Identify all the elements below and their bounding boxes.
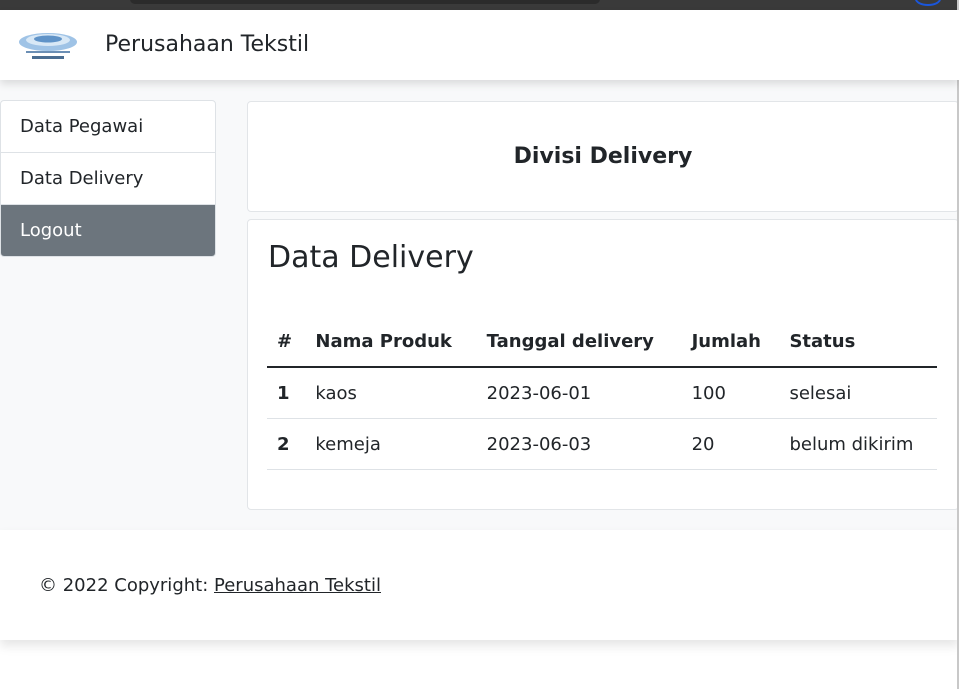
footer-company-link[interactable]: Perusahaan Tekstil [214, 575, 381, 596]
table-header-row: # Nama Produk Tanggal delivery Jumlah St… [267, 317, 937, 368]
delivery-table-wrapper: # Nama Produk Tanggal delivery Jumlah St… [267, 317, 937, 470]
quantity-cell: 20 [681, 418, 780, 470]
date-cell: 2023-06-01 [476, 367, 682, 419]
brand-title[interactable]: Perusahaan Tekstil [105, 32, 309, 57]
delivery-table: # Nama Produk Tanggal delivery Jumlah St… [267, 317, 937, 470]
date-cell: 2023-06-03 [476, 418, 682, 470]
copyright-prefix: © 2022 Copyright: [39, 575, 214, 596]
footer: © 2022 Copyright: Perusahaan Tekstil [0, 530, 959, 640]
product-cell: kaos [305, 367, 477, 419]
status-cell: belum dikirim [779, 418, 937, 470]
table-row: 1 kaos 2023-06-01 100 selesai [267, 367, 937, 419]
division-title: Divisi Delivery [513, 144, 693, 169]
profile-icon[interactable] [915, 0, 941, 6]
col-header-quantity: Jumlah [681, 317, 780, 368]
quantity-cell: 100 [681, 367, 780, 419]
address-bar[interactable] [130, 0, 600, 4]
row-number: 2 [267, 418, 306, 470]
data-card-title: Data Delivery [268, 240, 474, 275]
product-cell: kemeja [305, 418, 477, 470]
company-logo-icon[interactable] [16, 27, 80, 63]
browser-top-strip [0, 0, 959, 10]
col-header-status: Status [779, 317, 937, 368]
status-cell: selesai [779, 367, 937, 419]
sidebar-item-data-pegawai[interactable]: Data Pegawai [1, 101, 215, 153]
copyright-text: © 2022 Copyright: Perusahaan Tekstil [39, 575, 381, 596]
table-row: 2 kemeja 2023-06-03 20 belum dikirim [267, 418, 937, 470]
col-header-date: Tanggal delivery [476, 317, 682, 368]
col-header-number: # [267, 317, 306, 368]
division-header-card: Divisi Delivery [247, 101, 959, 212]
sidebar-item-data-delivery[interactable]: Data Delivery [1, 153, 215, 205]
sidebar: Data Pegawai Data Delivery Logout [0, 100, 216, 257]
row-number: 1 [267, 367, 306, 419]
sidebar-item-logout[interactable]: Logout [1, 205, 215, 256]
navbar: Perusahaan Tekstil [0, 10, 959, 80]
col-header-product: Nama Produk [305, 317, 477, 368]
